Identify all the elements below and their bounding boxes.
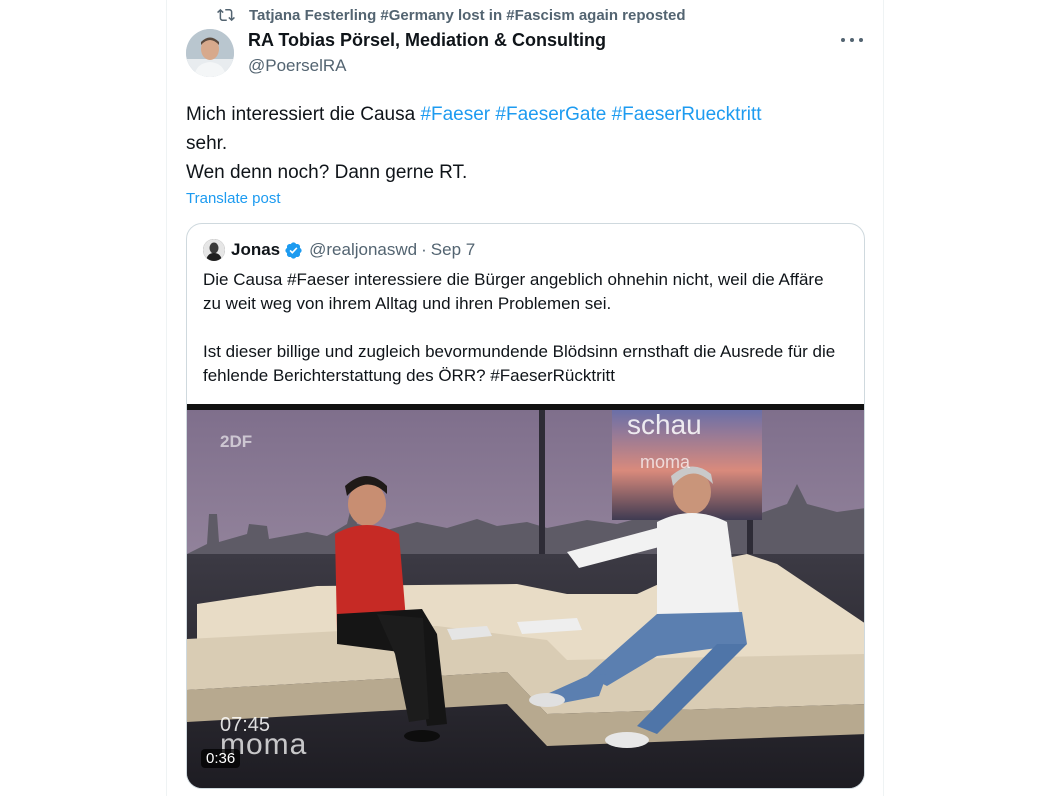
- quote-avatar[interactable]: [203, 239, 225, 261]
- post-text: Mich interessiert die Causa #Faeser #Fae…: [186, 104, 762, 183]
- quote-paragraph: Ist dieser billige und zugleich bevormun…: [203, 342, 836, 385]
- repost-icon: [217, 8, 235, 22]
- repost-text: Tatjana Festerling #Germany lost in #Fas…: [249, 6, 686, 24]
- quote-date[interactable]: Sep 7: [431, 240, 475, 260]
- video-player[interactable]: schau moma 2DF 07:45 moma 0:36: [187, 404, 864, 788]
- quote-paragraph: Die Causa #Faeser interessiere die Bürge…: [203, 270, 824, 313]
- quote-text: Die Causa #Faeser interessiere die Bürge…: [203, 268, 843, 388]
- quote-header: Jonas @realjonaswd · Sep 7: [203, 238, 475, 262]
- backdrop-text: schau: [627, 409, 702, 440]
- author-handle[interactable]: @PoerselRA: [248, 56, 606, 76]
- separator-dot: ·: [421, 240, 427, 259]
- quote-author-handle[interactable]: @realjonaswd: [309, 240, 417, 260]
- more-icon[interactable]: [841, 30, 863, 50]
- hashtag-link[interactable]: #Faeser: [420, 104, 490, 125]
- channel-logo: 2DF: [220, 432, 253, 451]
- verified-badge-icon: [285, 241, 302, 259]
- timeline-column: Tatjana Festerling #Germany lost in #Fas…: [166, 0, 884, 796]
- avatar[interactable]: [186, 29, 234, 77]
- video-duration-badge: 0:36: [201, 749, 241, 768]
- hashtag-link[interactable]: #FaeserGate: [495, 104, 606, 125]
- repost-indicator[interactable]: Tatjana Festerling #Germany lost in #Fas…: [217, 6, 686, 24]
- hashtag-link[interactable]: #FaeserRuecktritt: [612, 104, 762, 125]
- translate-post-link[interactable]: Translate post: [186, 190, 281, 207]
- post-author: RA Tobias Pörsel, Mediation & Consulting…: [248, 30, 606, 76]
- backdrop-text: moma: [640, 452, 691, 472]
- quote-author-name[interactable]: Jonas: [231, 240, 280, 260]
- author-display-name[interactable]: RA Tobias Pörsel, Mediation & Consulting: [248, 30, 606, 51]
- quoted-post[interactable]: Jonas @realjonaswd · Sep 7 Die Causa #Fa…: [186, 223, 865, 789]
